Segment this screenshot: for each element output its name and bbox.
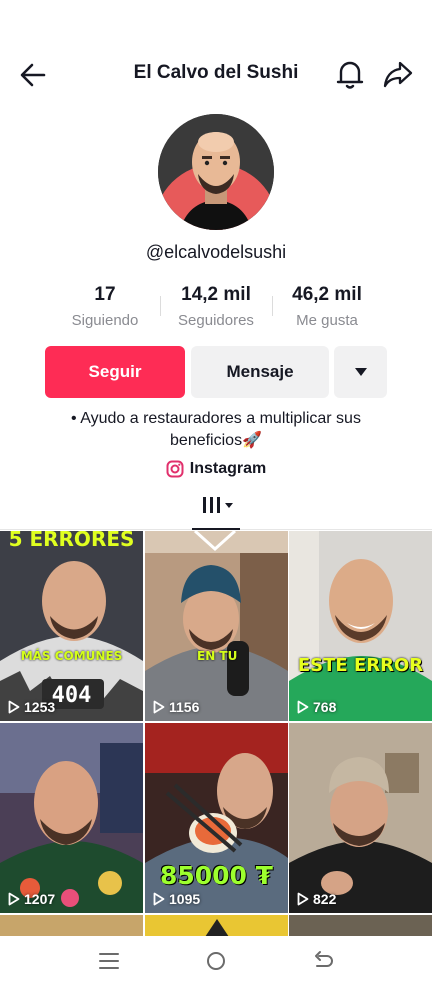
play-icon — [8, 892, 20, 906]
top-bar: El Calvo del Sushi — [0, 52, 432, 96]
view-count-value: 1207 — [24, 891, 56, 907]
overlay-caption: ESTE ERROR — [297, 655, 424, 676]
likes-count: 46,2 mil — [292, 284, 362, 305]
username-handle: @elcalvodelsushi — [145, 242, 287, 262]
play-icon — [297, 892, 309, 906]
avatar-image — [158, 114, 274, 230]
bell-icon — [336, 61, 364, 89]
overlay-caption: MÁS COMUNES — [20, 649, 123, 663]
notifications-button[interactable] — [335, 58, 365, 90]
view-count-value: 1253 — [24, 699, 56, 715]
view-count: 1253 — [8, 699, 55, 715]
thumbnail-image — [289, 723, 432, 913]
thumbnail-image — [145, 531, 288, 721]
video-thumbnail[interactable]: 1207 — [0, 723, 143, 913]
play-icon — [153, 892, 165, 906]
view-count-value: 822 — [313, 891, 337, 907]
view-count: 768 — [297, 699, 336, 715]
profile-stats: 17 Siguiendo 14,2 mil Seguidores 46,2 mi… — [0, 284, 432, 334]
system-back-icon — [315, 951, 333, 967]
followers-count: 14,2 mil — [181, 284, 251, 305]
share-button[interactable] — [382, 58, 414, 90]
bio: • Ayudo a restauradores a multiplicar su… — [30, 408, 402, 452]
video-thumbnail[interactable] — [145, 915, 288, 937]
video-thumbnail[interactable]: 85000 ₮ 1095 — [145, 723, 288, 913]
system-navigation-bar — [0, 936, 432, 984]
video-thumbnail[interactable]: EN TU 1156 — [145, 531, 288, 721]
thumbnail-image — [289, 915, 432, 937]
video-thumbnail[interactable]: 5 ERRORES MÁS COMUNES 404 1253 — [0, 531, 143, 721]
likes-label: Me gusta — [296, 312, 358, 329]
thumbnail-image — [0, 723, 143, 913]
video-thumbnail[interactable]: ESTE ERROR 768 — [289, 531, 432, 721]
overlay-title: 5 ERRORES — [8, 531, 135, 551]
stat-likes[interactable]: 46,2 mil Me gusta — [272, 284, 382, 329]
thumbnail-image — [0, 915, 143, 937]
home-circle-icon — [207, 952, 225, 970]
view-count: 1095 — [153, 891, 200, 907]
videos-grid-icon — [203, 497, 233, 513]
message-button[interactable]: Mensaje — [191, 346, 329, 398]
share-arrow-icon — [383, 61, 413, 88]
video-thumbnail[interactable] — [289, 915, 432, 937]
bio-line: • Ayudo a restauradores a multiplicar su… — [71, 410, 361, 427]
caret-down-icon — [354, 368, 367, 376]
view-count-value: 1095 — [169, 891, 201, 907]
following-label: Siguiendo — [71, 312, 139, 329]
system-back-button[interactable] — [310, 948, 336, 974]
page-title: El Calvo del Sushi — [133, 62, 299, 83]
thumbnail-image — [289, 531, 432, 721]
home-button[interactable] — [203, 948, 229, 974]
instagram-link[interactable]: Instagram — [0, 460, 432, 478]
follow-button[interactable]: Seguir — [45, 346, 185, 398]
content-tabs — [0, 492, 432, 530]
bio-line: beneficios🚀 — [170, 432, 262, 449]
recent-apps-icon — [99, 953, 119, 969]
instagram-icon — [166, 460, 184, 478]
view-count: 822 — [297, 891, 336, 907]
instagram-label: Instagram — [189, 460, 267, 477]
play-icon — [153, 700, 165, 714]
view-count-value: 1156 — [169, 699, 200, 715]
stat-followers[interactable]: 14,2 mil Seguidores — [161, 284, 271, 329]
video-thumbnail[interactable]: 822 — [289, 723, 432, 913]
overlay-caption: EN TU — [197, 649, 238, 663]
following-count: 17 — [94, 284, 116, 305]
view-count-value: 768 — [313, 699, 337, 715]
active-tab-indicator — [192, 528, 240, 530]
recent-apps-button[interactable] — [96, 948, 122, 974]
thumbnail-image — [145, 915, 288, 937]
avatar[interactable] — [158, 114, 274, 230]
more-options-button[interactable] — [334, 346, 387, 398]
play-icon — [297, 700, 309, 714]
tab-videos[interactable] — [192, 492, 240, 530]
followers-label: Seguidores — [178, 312, 254, 329]
view-count: 1156 — [153, 699, 199, 715]
overlay-price: 85000 ₮ — [159, 861, 274, 890]
play-icon — [8, 700, 20, 714]
stat-following[interactable]: 17 Siguiendo — [50, 284, 160, 329]
video-thumbnail[interactable] — [0, 915, 143, 937]
view-count: 1207 — [8, 891, 55, 907]
